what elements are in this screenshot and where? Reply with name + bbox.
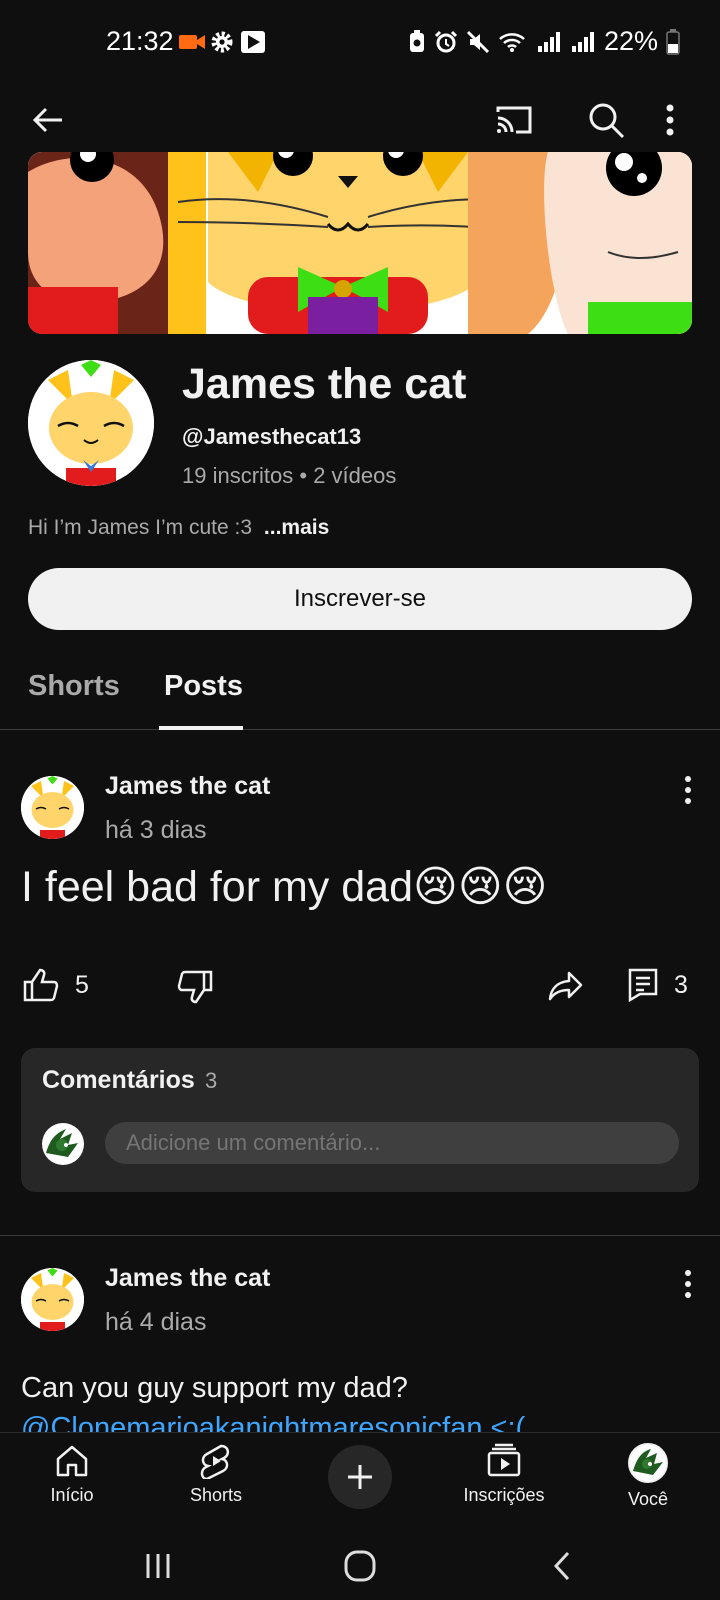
play-store-icon <box>241 31 265 53</box>
subscriptions-icon <box>487 1443 521 1477</box>
channel-avatar[interactable] <box>28 360 154 486</box>
nav-label: Você <box>627 1489 669 1509</box>
nav-subscriptions[interactable]: Inscrições <box>444 1443 564 1506</box>
post-menu-icon[interactable] <box>676 770 700 810</box>
post-time: há 3 dias <box>105 816 207 844</box>
comment-icon <box>628 968 658 1002</box>
more-vert-icon[interactable] <box>658 98 682 142</box>
back-chevron-icon[interactable] <box>538 1542 586 1590</box>
more-link[interactable]: ...mais <box>264 516 329 539</box>
recent-apps-icon[interactable] <box>134 1542 182 1590</box>
mute-icon <box>466 30 490 53</box>
channel-description-text: Hi I’m James I’m cute :3 <box>28 516 253 539</box>
create-button[interactable] <box>328 1445 392 1509</box>
post-time: há 4 dias <box>105 1308 207 1336</box>
post-menu-icon[interactable] <box>676 1264 700 1304</box>
nav-label: Inscrições <box>463 1485 545 1505</box>
tab-shorts[interactable]: Shorts <box>28 670 120 703</box>
system-navigation <box>0 1532 720 1600</box>
post-author[interactable]: James the cat <box>105 772 270 801</box>
cast-icon[interactable] <box>492 98 536 142</box>
channel-stats: 19 inscritos • 2 vídeos <box>182 463 397 488</box>
like-button[interactable]: 5 <box>23 968 89 1002</box>
thumbs-up-icon <box>23 968 59 1002</box>
battery-text: 22% <box>603 26 658 56</box>
post-divider <box>0 1235 720 1236</box>
comment-count: 3 <box>674 970 688 999</box>
user-avatar <box>42 1123 84 1165</box>
wifi-icon <box>499 32 525 52</box>
channel-handle: @Jamesthecat13 <box>182 424 362 449</box>
comments-section[interactable]: Comentários 3 <box>21 1048 699 1192</box>
bottom-navigation: Início Shorts Inscrições Você <box>0 1432 720 1532</box>
post-text: Can you guy support my dad? <box>21 1372 408 1404</box>
share-button[interactable] <box>548 970 584 1002</box>
home-circle-icon[interactable] <box>336 1542 384 1590</box>
signal-icon <box>537 31 560 52</box>
channel-banner <box>28 152 692 334</box>
top-app-bar <box>0 88 720 152</box>
comments-button[interactable]: 3 <box>628 968 688 1002</box>
search-icon[interactable] <box>584 98 628 142</box>
dislike-button[interactable] <box>177 970 213 1004</box>
plus-icon <box>348 1465 372 1489</box>
channel-tabs: Shorts Posts <box>0 650 720 730</box>
post-avatar[interactable] <box>21 1268 84 1331</box>
like-count: 5 <box>75 970 89 999</box>
tab-posts[interactable]: Posts <box>164 670 243 703</box>
channel-description[interactable]: Hi I’m James I’m cute :3 ...mais <box>28 516 329 540</box>
battery-icon <box>666 28 680 55</box>
nav-label: Início <box>50 1485 94 1505</box>
comments-title: Comentários <box>42 1066 195 1094</box>
status-bar: 21:32 22% <box>0 0 720 88</box>
nav-home[interactable]: Início <box>12 1443 132 1506</box>
post-author[interactable]: James the cat <box>105 1264 270 1293</box>
video-record-icon <box>179 35 205 49</box>
nav-label: Shorts <box>189 1485 243 1505</box>
channel-name: James the cat <box>182 360 467 408</box>
nav-shorts[interactable]: Shorts <box>156 1443 276 1506</box>
nav-you[interactable]: Você <box>588 1443 708 1510</box>
tab-selected-indicator <box>159 726 243 730</box>
alarm-icon <box>434 30 458 52</box>
status-right-icons: 22% <box>408 26 680 57</box>
share-icon <box>548 971 583 1001</box>
post-text: I feel bad for my dad😢😢😢 <box>21 863 548 911</box>
post-avatar[interactable] <box>21 776 84 839</box>
comment-input[interactable] <box>105 1122 679 1164</box>
signal-icon <box>571 31 594 52</box>
back-arrow-icon[interactable] <box>26 98 70 142</box>
battery-saver-icon <box>409 29 424 52</box>
avatar-icon <box>628 1443 668 1483</box>
comments-count: 3 <box>205 1068 218 1093</box>
shorts-icon <box>200 1444 230 1479</box>
status-time: 21:32 <box>106 26 174 56</box>
home-icon <box>56 1445 88 1477</box>
gear-icon <box>211 31 233 53</box>
subscribe-button[interactable]: Inscrever-se <box>28 568 692 630</box>
thumbs-down-icon <box>177 970 213 1004</box>
